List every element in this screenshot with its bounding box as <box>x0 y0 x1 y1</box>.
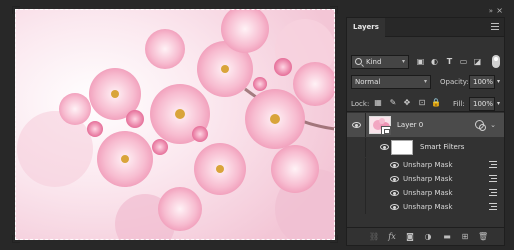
trash-icon[interactable]: 🗑 <box>478 232 488 242</box>
panel-footer: ⛓ fx ◙ ◑ ▬ ⊞ 🗑 <box>347 227 504 245</box>
fx-icon[interactable]: fx <box>387 232 397 242</box>
filter-toggle[interactable] <box>492 55 500 68</box>
layers-panel: » × Layers Kind ▾ ▣ ◐ T ▭ ◪ Normal ▾ Opa… <box>346 6 505 246</box>
chevron-down-icon[interactable]: ▾ <box>497 75 500 89</box>
opacity-label: Opacity: <box>440 78 469 86</box>
blending-options-icon[interactable] <box>489 175 497 183</box>
lock-all-icon[interactable]: 🔒 <box>431 98 441 108</box>
shape-icon[interactable]: ▭ <box>458 56 469 67</box>
blend-mode-select[interactable]: Normal ▾ <box>351 75 431 89</box>
opacity-field[interactable]: 100% <box>469 75 495 89</box>
lock-paint-icon[interactable]: ✎ <box>388 98 398 108</box>
chevron-down-icon: ▾ <box>423 78 427 85</box>
blending-options-icon[interactable] <box>489 189 497 197</box>
cherry-blossom-photo <box>15 9 335 240</box>
smart-filter-icon <box>475 120 486 131</box>
smart-object-icon[interactable]: ◪ <box>472 56 483 67</box>
type-icon[interactable]: T <box>444 56 455 67</box>
filter-item[interactable]: Unsharp Mask <box>347 186 504 200</box>
search-icon <box>355 58 362 65</box>
adjustment-icon[interactable]: ◐ <box>429 56 440 67</box>
layers-list: Layer 0 ⌄ Smart Filters Unsharp Mask Uns… <box>347 113 504 219</box>
visibility-eye-icon[interactable] <box>352 122 361 128</box>
document-canvas-area[interactable] <box>0 0 340 250</box>
filter-item[interactable]: Unsharp Mask <box>347 200 504 214</box>
kind-filter-label: Kind <box>366 58 382 66</box>
visibility-eye-icon[interactable] <box>390 204 399 210</box>
chevron-down-icon[interactable]: ▾ <box>497 97 500 111</box>
image-icon[interactable]: ▣ <box>415 56 426 67</box>
panel-topbar: » × <box>347 5 506 18</box>
fill-label: Fill: <box>453 100 465 108</box>
filter-name: Unsharp Mask <box>403 175 453 183</box>
chevron-down-icon: ▾ <box>401 58 405 65</box>
lock-artboard-icon[interactable]: ⊡ <box>417 98 427 108</box>
lock-move-icon[interactable]: ✥ <box>402 98 412 108</box>
smart-object-badge-icon <box>381 126 391 135</box>
collapse-icon[interactable]: » <box>489 7 493 15</box>
blend-mode-value: Normal <box>355 78 381 86</box>
visibility-eye-icon[interactable] <box>390 162 399 168</box>
crop-handle-top-left[interactable] <box>12 6 20 14</box>
panel-menu-icon[interactable] <box>491 23 499 31</box>
filter-name: Unsharp Mask <box>403 203 453 211</box>
smart-filters-row[interactable]: Smart Filters <box>347 138 504 157</box>
layer-name[interactable]: Layer 0 <box>397 113 423 137</box>
filter-item[interactable]: Unsharp Mask <box>347 172 504 186</box>
blend-row: Normal ▾ Opacity: 100% ▾ <box>347 75 504 90</box>
lock-label: Lock: <box>351 100 370 108</box>
visibility-eye-icon[interactable] <box>390 190 399 196</box>
blending-options-icon[interactable] <box>489 161 497 169</box>
kind-filter-select[interactable]: Kind ▾ <box>351 55 409 69</box>
crop-handle-bottom-right[interactable] <box>330 235 338 243</box>
fill-field[interactable]: 100% <box>469 97 495 111</box>
new-layer-icon[interactable]: ⊞ <box>460 232 470 242</box>
crop-handle-bottom-left[interactable] <box>12 235 20 243</box>
chevron-down-icon[interactable]: ⌄ <box>490 113 496 137</box>
smart-filters-label: Smart Filters <box>420 143 465 151</box>
lock-row: Lock: ▦ ✎ ✥ ⊡ 🔒 Fill: 100% ▾ <box>347 97 504 112</box>
layer-filter-row: Kind ▾ ▣ ◐ T ▭ ◪ <box>347 55 504 70</box>
crop-handle-top-right[interactable] <box>330 6 338 14</box>
tab-layers[interactable]: Layers <box>347 18 385 37</box>
mask-icon[interactable]: ◙ <box>405 232 415 242</box>
link-icon[interactable]: ⛓ <box>369 232 379 242</box>
visibility-eye-icon[interactable] <box>390 176 399 182</box>
adjustment-icon[interactable]: ◑ <box>423 232 433 242</box>
filter-item[interactable]: Unsharp Mask <box>347 158 504 172</box>
filter-name: Unsharp Mask <box>403 161 453 169</box>
filter-mask-thumbnail[interactable] <box>391 140 413 155</box>
panel-tabbar: Layers <box>347 18 504 37</box>
group-icon[interactable]: ▬ <box>442 232 452 242</box>
blending-options-icon[interactable] <box>489 203 497 211</box>
layer-row-layer-0[interactable]: Layer 0 ⌄ <box>347 113 504 137</box>
filter-name: Unsharp Mask <box>403 189 453 197</box>
close-icon[interactable]: × <box>496 6 503 15</box>
visibility-eye-icon[interactable] <box>380 144 389 150</box>
document-canvas[interactable] <box>15 9 335 240</box>
lock-transparent-icon[interactable]: ▦ <box>373 98 383 108</box>
